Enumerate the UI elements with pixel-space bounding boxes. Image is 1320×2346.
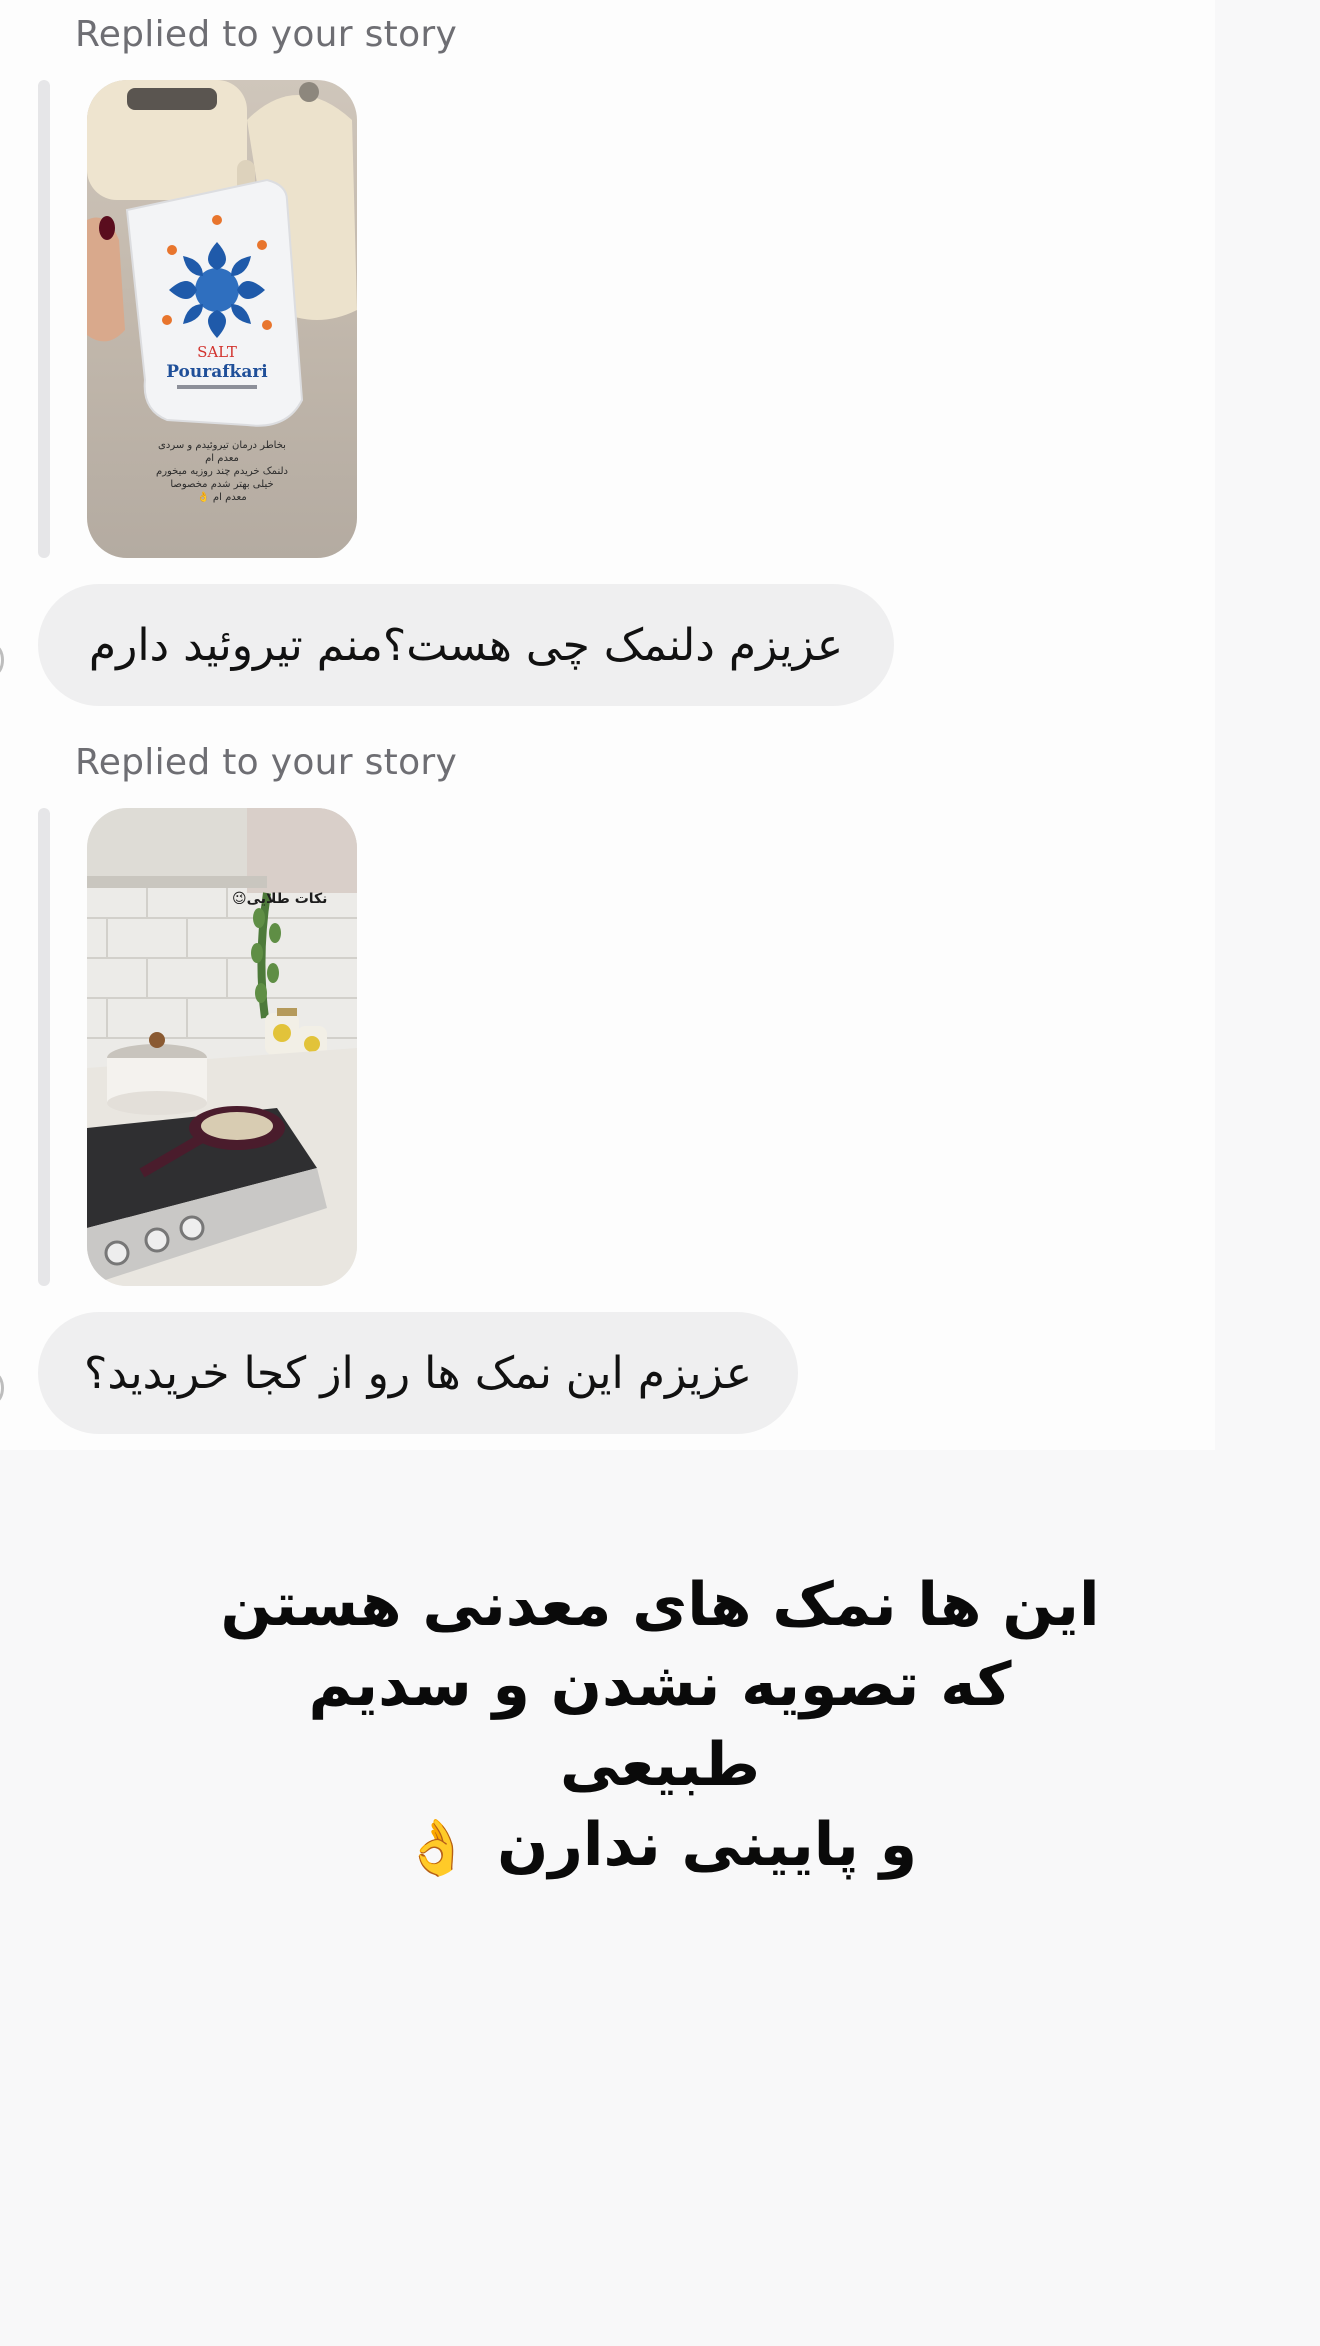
quote-bar — [38, 808, 50, 1286]
caption-line-2: که تصویه نشدن و سدیم طبیعی — [308, 1650, 1012, 1800]
story-image-kitchen: نکات طلایی😉 — [87, 808, 357, 1286]
story-text-line-5: معدم ام 👌 — [197, 491, 246, 503]
sender-avatar[interactable] — [0, 1373, 4, 1403]
story-text-line-1: بخاطر درمان تیروئیدم و سردی — [158, 440, 286, 451]
story-product-brand: Pourafkari — [166, 362, 268, 382]
story-caption: این ها نمک های معدنی هستن که تصویه نشدن … — [200, 1565, 1120, 1888]
dm-thread-panel: Replied to your story SALT Pourafkari بخ… — [0, 0, 1215, 1450]
story-image-salt: SALT Pourafkari بخاطر درمان تیروئیدم و س… — [87, 80, 357, 558]
story-thumbnail-salt[interactable]: SALT Pourafkari بخاطر درمان تیروئیدم و س… — [87, 80, 357, 558]
story-thumbnail-kitchen[interactable]: نکات طلایی😉 — [87, 808, 357, 1286]
quote-bar — [38, 80, 50, 558]
story-overlay-text: نکات طلایی😉 — [232, 891, 327, 907]
story-text-line-2: معدم ام — [205, 453, 239, 464]
caption-line-3-text: و پایینی ندارن — [497, 1810, 917, 1880]
caption-line-3: و پایینی ندارن 👌 — [200, 1805, 1120, 1888]
ok-hand-icon: 👌 — [403, 1816, 471, 1880]
caption-line-1: این ها نمک های معدنی هستن — [220, 1570, 1100, 1640]
message-bubble[interactable]: عزیزم دلنمک چی هست؟منم تیروئید دارم — [38, 584, 894, 706]
reply-label: Replied to your story — [75, 14, 458, 55]
story-product-label: SALT — [197, 343, 237, 361]
story-text-line-4: خیلی بهتر شدم مخصوصا — [170, 479, 273, 490]
story-text-line-3: دلنمک خریدم چند روزیه میخورم — [156, 466, 288, 477]
message-bubble[interactable]: عزیزم این نمک ها رو از کجا خریدید؟ — [38, 1312, 798, 1434]
reply-label: Replied to your story — [75, 742, 458, 783]
sender-avatar[interactable] — [0, 645, 4, 675]
